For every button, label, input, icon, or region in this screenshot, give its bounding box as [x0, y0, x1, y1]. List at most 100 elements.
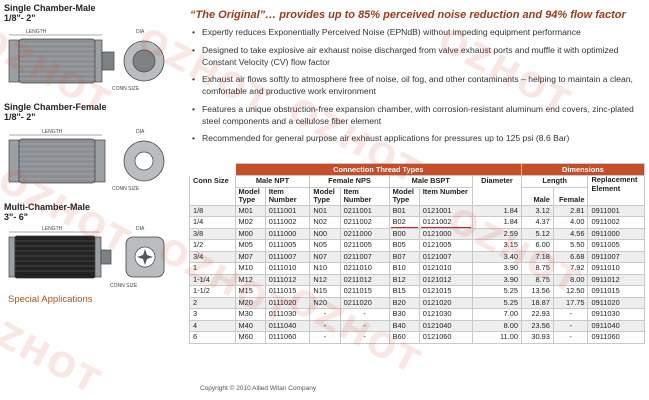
nps-item-cell: 0211020 [339, 296, 390, 309]
section-size-single-female: 1/8"- 2" [4, 112, 36, 122]
table-row: 1/2 M05 0111005 N05 0211005 B05 0121005 3.15 6.0… [189, 239, 645, 252]
table-row: 1-1/2 M15 0111015 N15 0211015 B15 0121015 5.25 1… [189, 285, 645, 298]
feature-bullet: Designed to take explosive air exhaust n… [190, 44, 645, 68]
bspt-item-cell: 0121040 [418, 319, 473, 332]
bspt-model-cell: B00 [388, 227, 420, 240]
length-female-cell: - [552, 331, 589, 344]
nps-model-cell: N12 [309, 273, 341, 286]
specifications-table-body: 1/8 M01 0111001 N01 0211001 B01 0121001 1.84 3.1… [189, 204, 645, 344]
feature-bullet: Expertly reduces Exponentially Perceived… [190, 26, 645, 38]
conn-size-cell: 1-1/4 [189, 273, 236, 286]
bspt-model-cell: B12 [388, 273, 420, 286]
table-row: 1 M10 0111010 N10 0211010 B10 0121010 3.90 8.75 7… [189, 262, 645, 275]
conn-size-label: CONN SIZE [112, 186, 140, 192]
length-male-cell: 18.87 [520, 296, 554, 309]
bspt-item-cell: 0121015 [418, 285, 473, 298]
special-applications-link[interactable]: Special Applications [8, 294, 93, 305]
nps-model-cell: N15 [309, 285, 341, 298]
product-drawings-column: Single Chamber-Male 1/8"- 2" LENGTH DIA … [0, 0, 185, 400]
diameter-cell: 7.00 [471, 308, 522, 321]
diameter-cell: 3.15 [471, 239, 522, 252]
bspt-item-cell: 0121010 [418, 262, 473, 275]
feature-bullet-list: Expertly reduces Exponentially Perceived… [190, 26, 645, 150]
bspt-item-cell: 0121001 [418, 204, 473, 217]
nps-item-cell: 0211005 [339, 239, 390, 252]
nps-model-cell: N07 [309, 250, 341, 263]
npt-item-cell: 0111030 [264, 308, 311, 321]
length-female-cell: 12.50 [552, 285, 589, 298]
table-row: 3/4 M07 0111007 N07 0211007 B07 0121007 3.40 7.1… [189, 250, 645, 263]
length-female-cell: 6.68 [552, 250, 589, 263]
copyright-notice: Copyright © 2010 Allied Witan Company [200, 385, 317, 392]
diameter-cell: 5.25 [471, 296, 522, 309]
npt-model-cell: M07 [234, 250, 266, 263]
bspt-item-cell: 0121002 [418, 216, 473, 229]
length-female-header: Female [552, 186, 589, 206]
nps-model-cell: N05 [309, 239, 341, 252]
diameter-cell: 3.90 [471, 273, 522, 286]
replacement-element-cell: 0911007 [587, 250, 645, 263]
npt-item-cell: 0111015 [264, 285, 311, 298]
npt-model-cell: M20 [234, 296, 266, 309]
conn-size-cell: 1/2 [189, 239, 236, 252]
item-number-header: Item Number [264, 186, 311, 206]
length-male-cell: 8.75 [520, 273, 554, 286]
nps-item-cell: - [339, 331, 390, 344]
npt-item-cell: 0111005 [264, 239, 311, 252]
nps-model-cell: - [309, 331, 341, 344]
length-female-cell: 4.00 [552, 216, 589, 229]
table-row: 3/8 M00 0111000 N00 0211000 B00 0121000 2.59 5.1… [189, 227, 645, 240]
nps-model-cell: N00 [309, 227, 341, 240]
male-npt-header: Male NPT [234, 175, 311, 188]
bspt-item-cell: 0121000 [418, 227, 473, 240]
npt-model-cell: M60 [234, 331, 266, 344]
model-type-header: Model Type [309, 186, 341, 206]
table-row: 4 M40 0111040- - B40 0121040 8.00 23.56-0911040 [189, 319, 645, 332]
bspt-model-cell: B05 [388, 239, 420, 252]
length-female-cell: 17.75 [552, 296, 589, 309]
length-label: LENGTH [26, 29, 47, 35]
length-male-header: Male [520, 186, 554, 206]
bspt-model-cell: B02 [388, 216, 420, 229]
npt-item-cell: 0111060 [264, 331, 311, 344]
female-nps-header: Female NPS [309, 175, 390, 188]
length-male-cell: 8.75 [520, 262, 554, 275]
length-male-cell: 4.37 [520, 216, 554, 229]
length-male-cell: 5.12 [520, 227, 554, 240]
conn-size-cell: 1-1/2 [189, 285, 236, 298]
connection-thread-types-band: Connection Thread Types [234, 163, 522, 176]
feature-bullet: Exhaust air flows softly to atmosphere f… [190, 73, 645, 97]
model-type-header: Model Type [388, 186, 420, 206]
dia-label: DIA [136, 226, 145, 232]
nps-item-cell: 0211015 [339, 285, 390, 298]
bspt-item-cell: 0121060 [418, 331, 473, 344]
nps-item-cell: - [339, 308, 390, 321]
length-header: Length [520, 175, 589, 188]
length-label: LENGTH [42, 129, 63, 135]
length-female-cell: 8.00 [552, 273, 589, 286]
conn-size-cell: 1 [189, 262, 236, 275]
conn-size-cell: 1/4 [189, 216, 236, 229]
bspt-item-cell: 0121007 [418, 250, 473, 263]
length-male-cell: 23.56 [520, 319, 554, 332]
replacement-element-cell: 0911040 [587, 319, 645, 332]
specifications-table: Connection Thread Types Dimensions Conn … [189, 163, 646, 344]
model-type-header: Model Type [234, 186, 266, 206]
nps-model-cell: - [309, 319, 341, 332]
length-female-cell: - [552, 308, 589, 321]
npt-model-cell: M40 [234, 319, 266, 332]
bspt-model-cell: B30 [388, 308, 420, 321]
feature-bullet: Features a unique obstruction-free expan… [190, 103, 645, 127]
diameter-cell: 3.90 [471, 262, 522, 275]
replacement-element-cell: 0911001 [587, 204, 645, 217]
replacement-element-header: Replacement Element [587, 175, 645, 206]
single-male-drawing: LENGTH DIA CONN SIZE [8, 29, 165, 92]
length-male-cell: 30.93 [520, 331, 554, 344]
bspt-model-cell: B40 [388, 319, 420, 332]
length-female-cell: 7.92 [552, 262, 589, 275]
nps-item-cell: 0211002 [339, 216, 390, 229]
bspt-model-cell: B01 [388, 204, 420, 217]
npt-item-cell: 0111001 [264, 204, 311, 217]
npt-item-cell: 0111000 [264, 227, 311, 240]
diameter-cell: 11.00 [471, 331, 522, 344]
